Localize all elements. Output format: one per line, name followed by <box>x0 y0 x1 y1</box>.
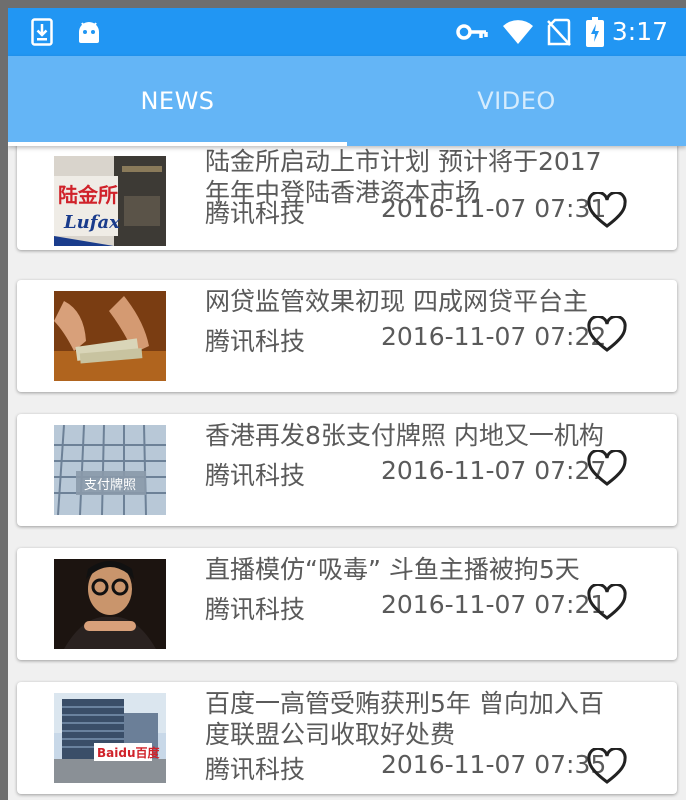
favorite-heart-icon[interactable] <box>587 582 627 622</box>
favorite-heart-icon[interactable] <box>587 190 627 230</box>
news-title: 网贷监管效果初现 四成网贷平台主 <box>205 287 588 316</box>
thumb-overlay-text: 支付牌照 <box>84 477 136 493</box>
news-title: 直播模仿“吸毒” 斗鱼主播被拘5天 <box>205 555 580 584</box>
wifi-icon <box>501 8 535 56</box>
tab-indicator <box>8 142 347 146</box>
news-card[interactable]: 陆金所 Lufax 陆金所启动上市计划 预计将于2017年年中登陆香港资本市场 … <box>17 146 677 250</box>
news-source: 腾讯科技 <box>205 595 306 624</box>
news-thumbnail <box>54 559 166 649</box>
news-source: 腾讯科技 <box>205 199 306 228</box>
no-sim-icon <box>544 8 574 56</box>
news-card[interactable]: 支付牌照 香港再发8张支付牌照 内地又一机构 腾讯科技 2016-11-07 0… <box>17 414 677 526</box>
tab-bar: NEWS VIDEO <box>8 56 686 146</box>
svg-text:Lufax: Lufax <box>63 212 120 233</box>
news-source: 腾讯科技 <box>205 461 306 490</box>
news-list[interactable]: 陆金所 Lufax 陆金所启动上市计划 预计将于2017年年中登陆香港资本市场 … <box>8 146 686 800</box>
key-icon <box>456 8 488 56</box>
thumb-logo-text: 陆金所 <box>58 183 118 207</box>
news-time: 2016-11-07 07:35 <box>381 750 607 779</box>
news-card[interactable]: Baidu百度 百度一高管受贿获刑5年 曾向加入百度联盟公司收取好处费 腾讯科技… <box>17 682 677 794</box>
news-card[interactable]: 直播模仿“吸毒” 斗鱼主播被拘5天 腾讯科技 2016-11-07 07:21 <box>17 548 677 660</box>
news-thumbnail: 支付牌照 <box>54 425 166 515</box>
tab-video[interactable]: VIDEO <box>347 56 686 146</box>
clock: 3:17 <box>611 17 668 46</box>
favorite-heart-icon[interactable] <box>587 314 627 354</box>
android-icon <box>74 8 104 56</box>
news-time: 2016-11-07 07:31 <box>381 194 607 223</box>
news-title: 香港再发8张支付牌照 内地又一机构 <box>205 421 604 450</box>
news-source: 腾讯科技 <box>205 327 306 356</box>
news-card[interactable]: 网贷监管效果初现 四成网贷平台主 腾讯科技 2016-11-07 07:22 <box>17 280 677 392</box>
news-source: 腾讯科技 <box>205 755 306 784</box>
news-thumbnail: Baidu百度 <box>54 693 166 783</box>
news-title: 百度一高管受贿获刑5年 曾向加入百度联盟公司收取好处费 <box>205 689 604 749</box>
news-time: 2016-11-07 07:22 <box>381 322 607 351</box>
battery-charging-icon <box>584 8 606 56</box>
status-bar: 3:17 <box>8 8 686 56</box>
app-screen: 3:17 NEWS VIDEO 陆金所 Lufax 陆金所启动上市计划 预计将于… <box>8 8 686 800</box>
thumb-logo-text: Baidu百度 <box>97 745 160 760</box>
news-thumbnail <box>54 291 166 381</box>
news-time: 2016-11-07 07:27 <box>381 456 607 485</box>
download-icon <box>28 8 56 56</box>
favorite-heart-icon[interactable] <box>587 448 627 488</box>
news-time: 2016-11-07 07:21 <box>381 590 607 619</box>
favorite-heart-icon[interactable] <box>587 746 627 786</box>
tab-news[interactable]: NEWS <box>8 56 347 146</box>
news-thumbnail: 陆金所 Lufax <box>54 156 166 246</box>
